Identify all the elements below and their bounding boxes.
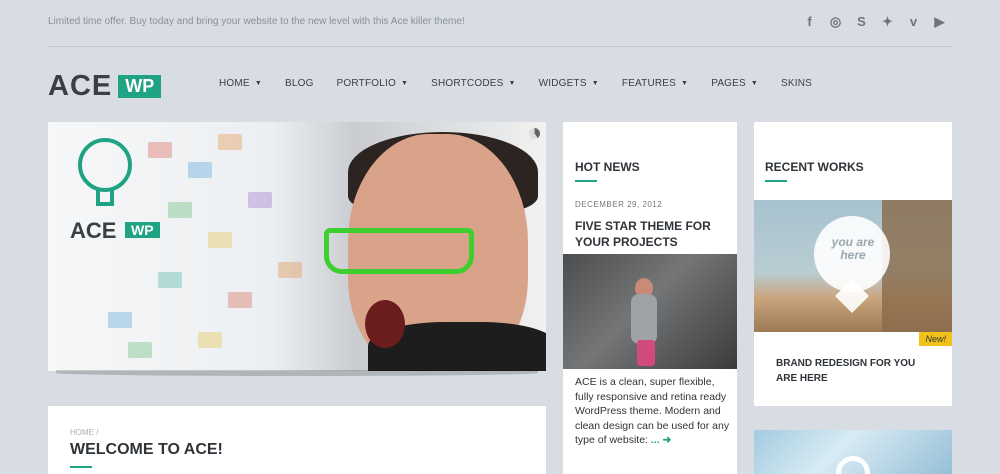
- chevron-down-icon: ▼: [750, 80, 759, 87]
- vimeo-icon[interactable]: v: [906, 14, 921, 29]
- decorative-tile: [158, 272, 182, 288]
- decorative-tile: [148, 142, 172, 158]
- photo-trees: [882, 200, 952, 332]
- work-thumbnail[interactable]: you are here: [754, 200, 952, 332]
- decorative-tile: [208, 232, 232, 248]
- twitter-icon[interactable]: ✦: [880, 14, 895, 29]
- chevron-down-icon: ▼: [508, 80, 516, 87]
- site-logo[interactable]: ACE WP: [48, 70, 162, 103]
- lightbulb-base: [96, 190, 114, 206]
- chevron-down-icon: ▼: [681, 80, 689, 87]
- hero-slider[interactable]: ACE WP: [48, 122, 546, 371]
- lightbulb-icon: [78, 138, 132, 192]
- nav-item-label: FEATURES: [621, 78, 677, 89]
- offer-text: Limited time offer. Buy today and bring …: [48, 16, 465, 27]
- breadcrumb[interactable]: HOME /: [70, 428, 98, 437]
- nav-item-label: BLOG: [284, 78, 314, 89]
- hero-shadow: [56, 370, 538, 376]
- social-links: f ◎ S ✦ v ▶: [802, 14, 947, 30]
- hero-person-mouth: [365, 300, 405, 348]
- nav-item-shortcodes[interactable]: SHORTCODES ▼: [431, 78, 516, 89]
- nav-item-label: SHORTCODES: [431, 78, 504, 89]
- nav-item-blog[interactable]: BLOG: [285, 78, 314, 89]
- nav-item-pages[interactable]: PAGES ▼: [711, 78, 758, 89]
- dribbble-icon[interactable]: ◎: [828, 14, 843, 29]
- nav-item-label: PAGES: [711, 78, 746, 89]
- youtube-icon[interactable]: ▶: [932, 14, 947, 29]
- new-badge: New!: [919, 332, 952, 346]
- nav-item-label: SKINS: [781, 78, 813, 89]
- nav-item-portfolio[interactable]: PORTFOLIO ▼: [337, 78, 409, 89]
- skype-icon[interactable]: S: [854, 14, 869, 29]
- ring-shape: [836, 456, 870, 474]
- recent-works-title: RECENT WORKS: [765, 160, 864, 174]
- chevron-down-icon: ▼: [591, 80, 599, 87]
- chevron-down-icon: ▼: [254, 80, 262, 87]
- slider-loader-icon: [529, 128, 540, 139]
- facebook-icon[interactable]: f: [802, 14, 817, 29]
- decorative-tile: [228, 292, 252, 308]
- news-date: DECEMBER 29, 2012: [575, 200, 663, 209]
- work-item-title[interactable]: BRAND REDESIGN FOR YOU ARE HERE: [776, 356, 926, 386]
- work-thumbnail[interactable]: [754, 430, 952, 474]
- news-image[interactable]: [563, 254, 737, 369]
- hot-news-title: HOT NEWS: [575, 160, 640, 174]
- title-underline: [765, 180, 787, 182]
- welcome-section: HOME / WELCOME TO ACE!: [48, 406, 546, 474]
- nav-item-label: WIDGETS: [538, 78, 587, 89]
- hero-logo-ace: ACE: [70, 218, 117, 243]
- decorative-tile: [188, 162, 212, 178]
- hot-news-card: HOT NEWS DECEMBER 29, 2012 FIVE STAR THE…: [563, 122, 737, 474]
- title-underline: [70, 466, 92, 468]
- logo-ace-text: ACE: [48, 70, 113, 102]
- nav-item-label: HOME: [219, 78, 250, 89]
- title-underline: [575, 180, 597, 182]
- photo-person-body: [631, 294, 657, 344]
- decorative-tile: [248, 192, 272, 208]
- pin-logo-text: you are here: [831, 235, 875, 262]
- news-headline[interactable]: FIVE STAR THEME FOR YOUR PROJECTS: [575, 218, 725, 250]
- nav-item-features[interactable]: FEATURES ▼: [622, 78, 688, 89]
- decorative-tile: [128, 342, 152, 358]
- nav-item-skins[interactable]: SKINS: [781, 78, 812, 89]
- news-excerpt: ACE is a clean, super flexible, fully re…: [575, 375, 730, 448]
- nav-item-home[interactable]: HOME ▼: [219, 78, 262, 89]
- decorative-tile: [278, 262, 302, 278]
- chevron-down-icon: ▼: [400, 80, 409, 87]
- decorative-tile: [168, 202, 192, 218]
- decorative-tile: [198, 332, 222, 348]
- main-nav: HOME ▼ BLOG PORTFOLIO ▼ SHORTCODES ▼ WIDGET…: [219, 78, 835, 89]
- nav-item-widgets[interactable]: WIDGETS ▼: [539, 78, 599, 89]
- nav-item-label: PORTFOLIO: [336, 78, 396, 89]
- photo-person-legs: [637, 340, 655, 366]
- page-title: WELCOME TO ACE!: [70, 441, 223, 458]
- recent-works-card: RECENT WORKS you are here New! BRAND RED…: [754, 122, 952, 406]
- logo-wp-badge: WP: [118, 75, 162, 98]
- top-bar: Limited time offer. Buy today and bring …: [48, 0, 953, 47]
- decorative-tile: [218, 134, 242, 150]
- green-glasses: [324, 228, 474, 274]
- hero-logo-wp: WP: [125, 222, 160, 238]
- decorative-tile: [108, 312, 132, 328]
- read-more-link[interactable]: ... ➜: [651, 434, 671, 446]
